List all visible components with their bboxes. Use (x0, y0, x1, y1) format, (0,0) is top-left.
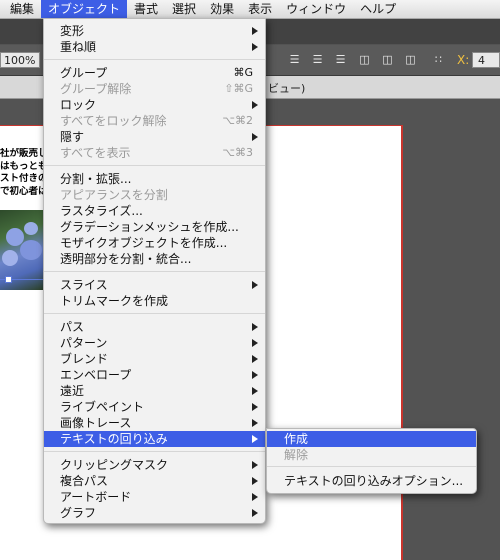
menu-object[interactable]: オブジェクト (41, 0, 128, 18)
menu-type[interactable]: 書式 (127, 0, 165, 18)
submenu-arrow-icon (252, 371, 258, 379)
menu-item-flatten-transparency[interactable]: 透明部分を分割・統合... (44, 251, 265, 267)
submenu-item-release[interactable]: 解除 (267, 447, 476, 463)
menu-item-arrange[interactable]: 重ね順 (44, 39, 265, 55)
submenu-arrow-icon (252, 509, 258, 517)
submenu-item-make[interactable]: 作成 (267, 431, 476, 447)
submenu-arrow-icon (252, 387, 258, 395)
menu-effect[interactable]: 効果 (203, 0, 241, 18)
selection-handle[interactable] (5, 276, 12, 283)
transform-grid-icon[interactable]: ∷ (432, 53, 445, 67)
menu-item-group[interactable]: グループ ⌘G (44, 65, 265, 81)
text-wrap-submenu: 作成 解除 テキストの回り込みオプション... (266, 428, 477, 494)
menu-item-perspective[interactable]: 遠近 (44, 383, 265, 399)
artwork-text-line: で初心者は (0, 185, 46, 197)
menu-bar: 編集 オブジェクト 書式 選択 効果 表示 ウィンドウ ヘルプ (0, 0, 500, 19)
submenu-arrow-icon (252, 419, 258, 427)
menu-separator (44, 59, 265, 60)
menu-item-show-all[interactable]: すべてを表示 ⌥⌘3 (44, 145, 265, 161)
menu-item-compound-path[interactable]: 複合パス (44, 473, 265, 489)
menu-item-blend[interactable]: ブレンド (44, 351, 265, 367)
artwork-text-block[interactable]: 社が販売し はもっとも スト付きの で初心者は (0, 148, 46, 198)
menu-item-transform[interactable]: 変形 (44, 23, 265, 39)
menu-item-unlock-all[interactable]: すべてをロック解除 ⌥⌘2 (44, 113, 265, 129)
canvas-scroll-area[interactable] (481, 99, 500, 559)
distribute-right-icon[interactable]: ◫ (404, 53, 417, 67)
object-menu: 変形 重ね順 グループ ⌘G グループ解除 ⇧⌘G ロック すべてをロック解除 ⌥⌘2… (43, 18, 266, 524)
align-vcenter-icon[interactable]: ☰ (311, 53, 324, 67)
artwork-text-line: スト付きの (0, 173, 46, 184)
artwork-text-line: 社が販売し (0, 148, 46, 159)
menu-item-rasterize[interactable]: ラスタライズ... (44, 203, 265, 219)
submenu-arrow-icon (252, 27, 258, 35)
menu-edit[interactable]: 編集 (0, 0, 41, 18)
menu-item-image-trace[interactable]: 画像トレース (44, 415, 265, 431)
menu-separator (44, 165, 265, 166)
menu-item-trim-marks[interactable]: トリムマークを作成 (44, 293, 265, 309)
submenu-arrow-icon (252, 339, 258, 347)
artwork-text-line: はもっとも (0, 160, 46, 172)
menu-separator (44, 313, 265, 314)
x-label: X: (457, 53, 470, 67)
document-tab-title[interactable]: ビュー) (268, 80, 305, 96)
menu-window[interactable]: ウィンドウ (279, 0, 353, 18)
menu-view[interactable]: 表示 (241, 0, 279, 18)
submenu-arrow-icon (252, 281, 258, 289)
distribute-left-icon[interactable]: ◫ (358, 53, 371, 67)
distribute-hcenter-icon[interactable]: ◫ (381, 53, 394, 67)
submenu-arrow-icon (252, 101, 258, 109)
menu-item-clipping-mask[interactable]: クリッピングマスク (44, 457, 265, 473)
menu-item-live-paint[interactable]: ライブペイント (44, 399, 265, 415)
menu-item-artboards[interactable]: アートボード (44, 489, 265, 505)
submenu-arrow-icon (252, 403, 258, 411)
submenu-arrow-icon (252, 493, 258, 501)
menu-separator (267, 466, 476, 467)
menu-item-envelope[interactable]: エンベロープ (44, 367, 265, 383)
align-top-icon[interactable]: ☰ (288, 53, 301, 67)
submenu-arrow-icon (252, 435, 258, 443)
menu-item-ungroup[interactable]: グループ解除 ⇧⌘G (44, 81, 265, 97)
menu-item-lock[interactable]: ロック (44, 97, 265, 113)
menu-select[interactable]: 選択 (165, 0, 203, 18)
align-bottom-icon[interactable]: ☰ (334, 53, 347, 67)
menu-item-graph[interactable]: グラフ (44, 505, 265, 521)
menu-item-path[interactable]: パス (44, 319, 265, 335)
menu-item-slice[interactable]: スライス (44, 277, 265, 293)
zoom-field[interactable]: 100% (0, 52, 40, 68)
menu-item-mosaic[interactable]: モザイクオブジェクトを作成... (44, 235, 265, 251)
menu-help[interactable]: ヘルプ (353, 0, 403, 18)
submenu-arrow-icon (252, 461, 258, 469)
submenu-arrow-icon (252, 355, 258, 363)
menu-item-expand-appearance[interactable]: アピアランスを分割 (44, 187, 265, 203)
submenu-arrow-icon (252, 323, 258, 331)
x-position-field[interactable]: 4 (472, 52, 500, 68)
menu-separator (44, 451, 265, 452)
menu-item-pattern[interactable]: パターン (44, 335, 265, 351)
submenu-item-text-wrap-options[interactable]: テキストの回り込みオプション... (267, 473, 476, 489)
submenu-arrow-icon (252, 477, 258, 485)
submenu-arrow-icon (252, 133, 258, 141)
menu-separator (44, 271, 265, 272)
submenu-arrow-icon (252, 43, 258, 51)
menu-item-expand[interactable]: 分割・拡張... (44, 171, 265, 187)
menu-item-hide[interactable]: 隠す (44, 129, 265, 145)
menu-item-gradient-mesh[interactable]: グラデーションメッシュを作成... (44, 219, 265, 235)
menu-item-text-wrap[interactable]: テキストの回り込み (44, 431, 265, 447)
